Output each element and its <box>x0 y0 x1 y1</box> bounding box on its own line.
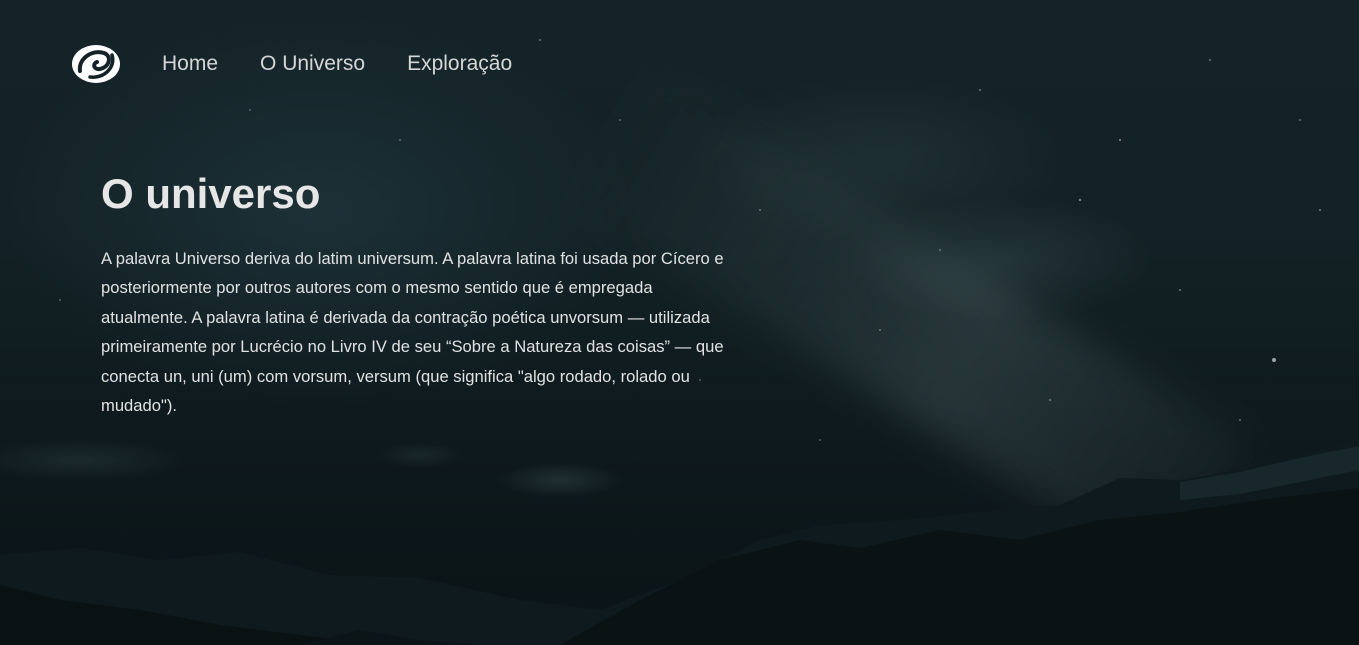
nav-link-exploracao[interactable]: Exploração <box>407 52 512 76</box>
swirl-galaxy-icon[interactable] <box>70 41 122 87</box>
main-navigation: Home O Universo Exploração <box>70 40 554 88</box>
intro-paragraph: A palavra Universo deriva do latim unive… <box>101 249 724 416</box>
main-content: O universo A palavra Universo deriva do … <box>101 170 741 420</box>
page-title: O universo <box>101 170 321 217</box>
nav-link-home[interactable]: Home <box>162 52 218 76</box>
nav-link-o-universo[interactable]: O Universo <box>260 52 365 76</box>
hero-background: Home O Universo Exploração O universo A … <box>0 0 1359 645</box>
